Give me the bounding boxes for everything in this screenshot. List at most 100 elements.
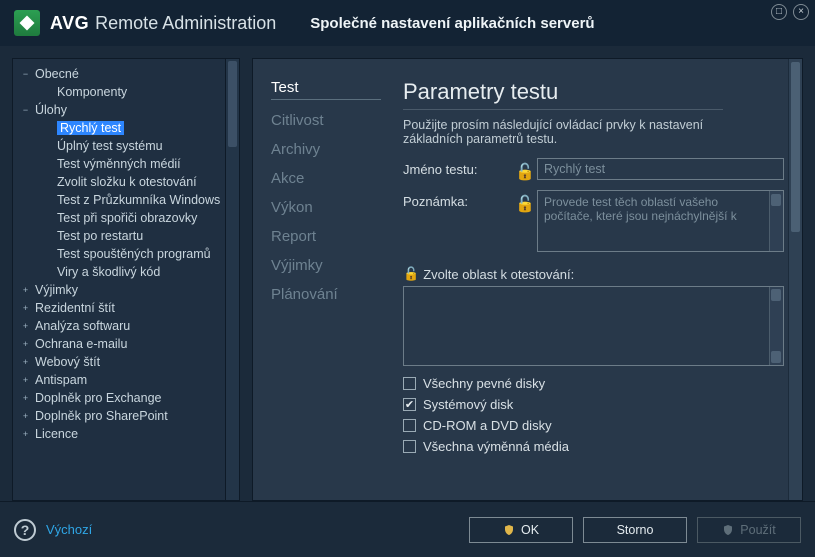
- tree-node[interactable]: Rychlý test: [13, 119, 225, 137]
- settings-tree[interactable]: −ObecnéKomponenty−ÚlohyRychlý testÚplný …: [13, 59, 225, 500]
- listbox-scroll-down[interactable]: [771, 351, 781, 363]
- listbox-scroll-up[interactable]: [771, 289, 781, 301]
- tree-node-label: Doplněk pro SharePoint: [35, 409, 168, 423]
- tree-node[interactable]: + Doplněk pro SharePoint: [13, 407, 225, 425]
- cancel-button[interactable]: Storno: [583, 517, 687, 543]
- apply-button[interactable]: Použít: [697, 517, 801, 543]
- checkbox[interactable]: ✔: [403, 398, 416, 411]
- tree-node[interactable]: Test z Průzkumníka Windows: [13, 191, 225, 209]
- tree-scrollbar[interactable]: [225, 59, 239, 500]
- expand-icon[interactable]: +: [21, 376, 30, 385]
- tree-node[interactable]: + Rezidentní štít: [13, 299, 225, 317]
- scan-area-listbox[interactable]: [403, 286, 784, 366]
- expand-icon[interactable]: +: [21, 286, 30, 295]
- expand-icon[interactable]: +: [21, 430, 30, 439]
- tree-node-label: Ochrana e-mailu: [35, 337, 127, 351]
- tree-node-label: Test spouštěných programů: [57, 247, 211, 261]
- brand-minor: Remote Administration: [95, 13, 276, 34]
- tree-node[interactable]: + Licence: [13, 425, 225, 443]
- note-scroll-thumb[interactable]: [771, 194, 781, 206]
- tree-node[interactable]: + Webový štít: [13, 353, 225, 371]
- tree-node[interactable]: −Obecné: [13, 65, 225, 83]
- tab-list: Test Citlivost Archivy Akce Výkon Report Výjim…: [271, 79, 381, 490]
- window-maximize-icon[interactable]: □: [771, 4, 787, 20]
- tree-node-label: Úplný test systému: [57, 139, 163, 153]
- tree-node-label: Licence: [35, 427, 78, 441]
- tree-node[interactable]: Test spouštěných programů: [13, 245, 225, 263]
- tab-test[interactable]: Test: [271, 79, 381, 100]
- tab-výkon[interactable]: Výkon: [271, 199, 381, 216]
- tree-node-label: Úlohy: [35, 103, 67, 117]
- tree-node[interactable]: Test po restartu: [13, 227, 225, 245]
- scan-area-label: Zvolte oblast k otestování:: [423, 267, 574, 282]
- tree-node[interactable]: Úplný test systému: [13, 137, 225, 155]
- expand-icon[interactable]: +: [21, 322, 30, 331]
- tree-node[interactable]: Zvolit složku k otestování: [13, 173, 225, 191]
- form-area: Parametry testu Použijte prosím následuj…: [403, 79, 784, 490]
- tree-node[interactable]: + Ochrana e-mailu: [13, 335, 225, 353]
- tree-node-label: Doplněk pro Exchange: [35, 391, 161, 405]
- check-option[interactable]: Všechna výměnná média: [403, 439, 784, 454]
- tree-node-label: Komponenty: [57, 85, 127, 99]
- test-name-input[interactable]: [537, 158, 784, 180]
- restore-defaults-link[interactable]: Výchozí: [46, 522, 92, 537]
- tab-plánování[interactable]: Plánování: [271, 286, 381, 303]
- ok-button[interactable]: OK: [469, 517, 573, 543]
- help-icon[interactable]: ?: [14, 519, 36, 541]
- checkbox[interactable]: [403, 377, 416, 390]
- tree-node[interactable]: −Úlohy: [13, 101, 225, 119]
- content-panel: Test Citlivost Archivy Akce Výkon Report Výjim…: [252, 58, 803, 501]
- tree-node-label: Rychlý test: [57, 121, 124, 135]
- tab-report[interactable]: Report: [271, 228, 381, 245]
- checkbox[interactable]: [403, 440, 416, 453]
- avg-logo-icon: [14, 10, 40, 36]
- tree-node[interactable]: Test při spořiči obrazovky: [13, 209, 225, 227]
- check-option[interactable]: CD-ROM a DVD disky: [403, 418, 784, 433]
- tree-node[interactable]: Test výměnných médií: [13, 155, 225, 173]
- tree-node-label: Viry a škodlivý kód: [57, 265, 160, 279]
- note-label: Poznámka:: [403, 190, 507, 209]
- note-textarea[interactable]: Provede test těch oblastí vašeho počítač…: [537, 190, 784, 252]
- check-label: Všechna výměnná média: [423, 439, 569, 454]
- lock-icon[interactable]: 🔓: [515, 158, 529, 182]
- check-option[interactable]: ✔ Systémový disk: [403, 397, 784, 412]
- tab-výjimky[interactable]: Výjimky: [271, 257, 381, 274]
- expand-icon[interactable]: +: [21, 340, 30, 349]
- collapse-icon[interactable]: −: [21, 106, 30, 115]
- tree-node-label: Zvolit složku k otestování: [57, 175, 197, 189]
- check-label: Systémový disk: [423, 397, 513, 412]
- lock-icon[interactable]: 🔓: [515, 190, 529, 214]
- shield-icon: [503, 524, 515, 536]
- tree-scroll-thumb[interactable]: [228, 61, 237, 147]
- check-option[interactable]: Všechny pevné disky: [403, 376, 784, 391]
- tree-node-label: Test z Průzkumníka Windows: [57, 193, 220, 207]
- content-scroll-thumb[interactable]: [791, 62, 800, 232]
- expand-icon[interactable]: +: [21, 394, 30, 403]
- content-scrollbar[interactable]: [788, 59, 802, 500]
- collapse-icon[interactable]: −: [21, 70, 30, 79]
- brand-major: AVG: [50, 13, 89, 34]
- tree-node[interactable]: +Analýza softwaru: [13, 317, 225, 335]
- tree-node[interactable]: Viry a škodlivý kód: [13, 263, 225, 281]
- tree-node-label: Rezidentní štít: [35, 301, 115, 315]
- expand-icon[interactable]: +: [21, 358, 30, 367]
- tree-node-label: Webový štít: [35, 355, 100, 369]
- dialog-title: Společné nastavení aplikačních serverů: [310, 15, 594, 32]
- lock-icon[interactable]: 🔓: [403, 266, 419, 282]
- tab-archivy[interactable]: Archivy: [271, 141, 381, 158]
- tree-node-label: Test po restartu: [57, 229, 143, 243]
- tree-node[interactable]: Komponenty: [13, 83, 225, 101]
- expand-icon[interactable]: +: [21, 412, 30, 421]
- tree-node[interactable]: +Výjimky: [13, 281, 225, 299]
- titlebar: AVG Remote Administration Společné nasta…: [0, 0, 815, 46]
- tree-node-label: Test výměnných médií: [57, 157, 181, 171]
- window-close-icon[interactable]: ×: [793, 4, 809, 20]
- expand-icon[interactable]: +: [21, 304, 30, 313]
- tree-node-label: Test při spořiči obrazovky: [57, 211, 197, 225]
- checkbox[interactable]: [403, 419, 416, 432]
- tree-node[interactable]: +Antispam: [13, 371, 225, 389]
- tree-node-label: Obecné: [35, 67, 79, 81]
- tab-citlivost[interactable]: Citlivost: [271, 112, 381, 129]
- tree-node[interactable]: + Doplněk pro Exchange: [13, 389, 225, 407]
- tab-akce[interactable]: Akce: [271, 170, 381, 187]
